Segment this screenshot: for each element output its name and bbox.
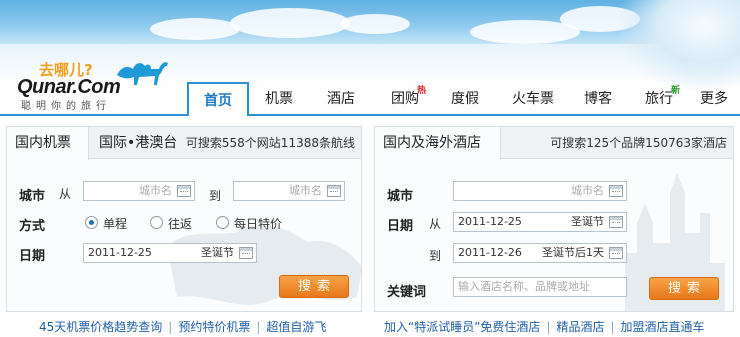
link-separator: | (168, 320, 173, 334)
from-placeholder: 城市名 (139, 184, 172, 197)
hotel-panel-header: 国内及海外酒店 可搜索125个品牌150763家酒店 (375, 127, 733, 160)
checkout-hint: 圣诞节后1天 (542, 246, 604, 259)
nav-blog[interactable]: 博客 (573, 82, 623, 116)
flight-to-input[interactable]: 城市名 (233, 181, 345, 201)
nav-vacation[interactable]: 度假 (439, 82, 491, 116)
hotel-footer-links: 加入“特派试睡员”免费住酒店 | 精品酒店 | 加盟酒店直通车 (384, 318, 705, 335)
hotel-city-label: 城市 (387, 189, 414, 204)
flight-coverage-info: 可搜索558个网站11388条航线 (185, 136, 355, 150)
hotel-date-label: 日期 (387, 219, 414, 234)
nav-more[interactable]: 更多 (693, 82, 735, 116)
calendar-icon[interactable] (609, 216, 623, 228)
hotel-checkin-input[interactable]: 2011-12-25 圣诞节 (453, 212, 627, 232)
nav-groupbuy-label: 团购 (391, 91, 419, 107)
link-book-deals[interactable]: 预约特价机票 (178, 320, 250, 334)
hotel-checkin-from-label: 从 (429, 217, 442, 231)
round-trip-label: 往返 (168, 217, 193, 231)
hotel-coverage-info: 可搜索125个品牌150763家酒店 (550, 136, 727, 150)
flight-from-label: 从 (59, 187, 72, 201)
tab-international-flights[interactable]: 国际•港澳台 (91, 127, 185, 159)
radio-round-trip[interactable] (150, 216, 163, 229)
link-hotel-tester[interactable]: 加入“特派试睡员”免费住酒店 (384, 320, 540, 334)
radio-one-way[interactable] (85, 216, 98, 229)
nav-travel-label: 旅行 (645, 91, 673, 107)
nav-groupbuy[interactable]: 团购 热 (379, 82, 431, 116)
qunar-logo[interactable]: 去哪儿? Qunar.Com 聪明你的旅行 (17, 57, 168, 113)
flight-mode-label: 方式 (19, 219, 46, 234)
nav-flights[interactable]: 机票 (253, 82, 305, 116)
link-hotel-partner[interactable]: 加盟酒店直通车 (621, 320, 705, 334)
nav-hotels[interactable]: 酒店 (315, 82, 367, 116)
flight-search-button[interactable]: 搜索 (279, 275, 349, 298)
flight-date-label: 日期 (19, 249, 46, 264)
link-separator: | (610, 320, 615, 334)
hotel-checkout-to-label: 到 (429, 249, 442, 263)
flight-from-input[interactable]: 城市名 (83, 181, 195, 201)
nav-train[interactable]: 火车票 (501, 82, 565, 116)
checkin-hint: 圣诞节 (571, 215, 604, 228)
flight-search-panel: 国内机票 国际•港澳台 可搜索558个网站11388条航线 城市 从 城市名 到… (6, 126, 362, 312)
tab-hotels[interactable]: 国内及海外酒店 (375, 127, 501, 160)
nav-home[interactable]: 首页 (187, 82, 249, 116)
flight-date-input[interactable]: 2011-12-25 圣诞节 (83, 243, 257, 263)
one-way-label: 单程 (103, 217, 128, 231)
link-price-trend[interactable]: 45天机票价格趋势查询 (39, 320, 162, 334)
to-placeholder: 城市名 (289, 184, 322, 197)
link-separator: | (256, 320, 261, 334)
checkin-value: 2011-12-25 (458, 215, 522, 228)
new-badge: 新 (671, 86, 681, 96)
keyword-placeholder: 输入酒店名称、品牌或地址 (458, 280, 590, 293)
city-picker-icon[interactable] (177, 185, 191, 197)
checkout-value: 2011-12-26 (458, 246, 522, 259)
logo-slogan: 聪明你的旅行 (21, 101, 111, 112)
calendar-icon[interactable] (609, 247, 623, 259)
main-nav: 首页 机票 酒店 团购 热 度假 火车票 博客 旅行 新 更多 (187, 82, 740, 116)
calendar-icon[interactable] (239, 247, 253, 259)
flight-panel-header: 国内机票 国际•港澳台 可搜索558个网站11388条航线 (7, 127, 361, 160)
hotel-search-panel: 国内及海外酒店 可搜索125个品牌150763家酒店 城市 城市名 日期 从 2… (374, 126, 734, 312)
tab-domestic-flights[interactable]: 国内机票 (7, 127, 89, 160)
flight-city-label: 城市 (19, 189, 46, 204)
hot-badge: 热 (417, 86, 427, 96)
hotel-checkout-input[interactable]: 2011-12-26 圣诞节后1天 (453, 243, 627, 263)
hotel-keyword-label: 关键词 (387, 285, 427, 300)
city-picker-icon[interactable] (609, 185, 623, 197)
hotel-search-button[interactable]: 搜索 (649, 277, 719, 300)
hotel-keyword-input[interactable]: 输入酒店名称、品牌或地址 (453, 277, 627, 297)
flight-date-value: 2011-12-25 (88, 246, 152, 259)
flight-to-label: 到 (209, 189, 222, 203)
camel-icon (117, 62, 168, 85)
link-free-travel[interactable]: 超值自游飞 (266, 320, 326, 334)
flight-footer-links: 45天机票价格趋势查询 | 预约特价机票 | 超值自游飞 (39, 318, 326, 335)
hotel-city-input[interactable]: 城市名 (453, 181, 627, 201)
hotel-city-placeholder: 城市名 (571, 184, 604, 197)
flight-date-hint: 圣诞节 (201, 246, 234, 259)
nav-travel[interactable]: 旅行 新 (633, 82, 685, 116)
daily-deals-label: 每日特价 (234, 217, 283, 231)
radio-daily-deals[interactable] (216, 216, 229, 229)
link-separator: | (546, 320, 551, 334)
link-boutique-hotels[interactable]: 精品酒店 (556, 320, 604, 334)
city-picker-icon[interactable] (327, 185, 341, 197)
logo-brand: Qunar.Com (17, 76, 121, 98)
